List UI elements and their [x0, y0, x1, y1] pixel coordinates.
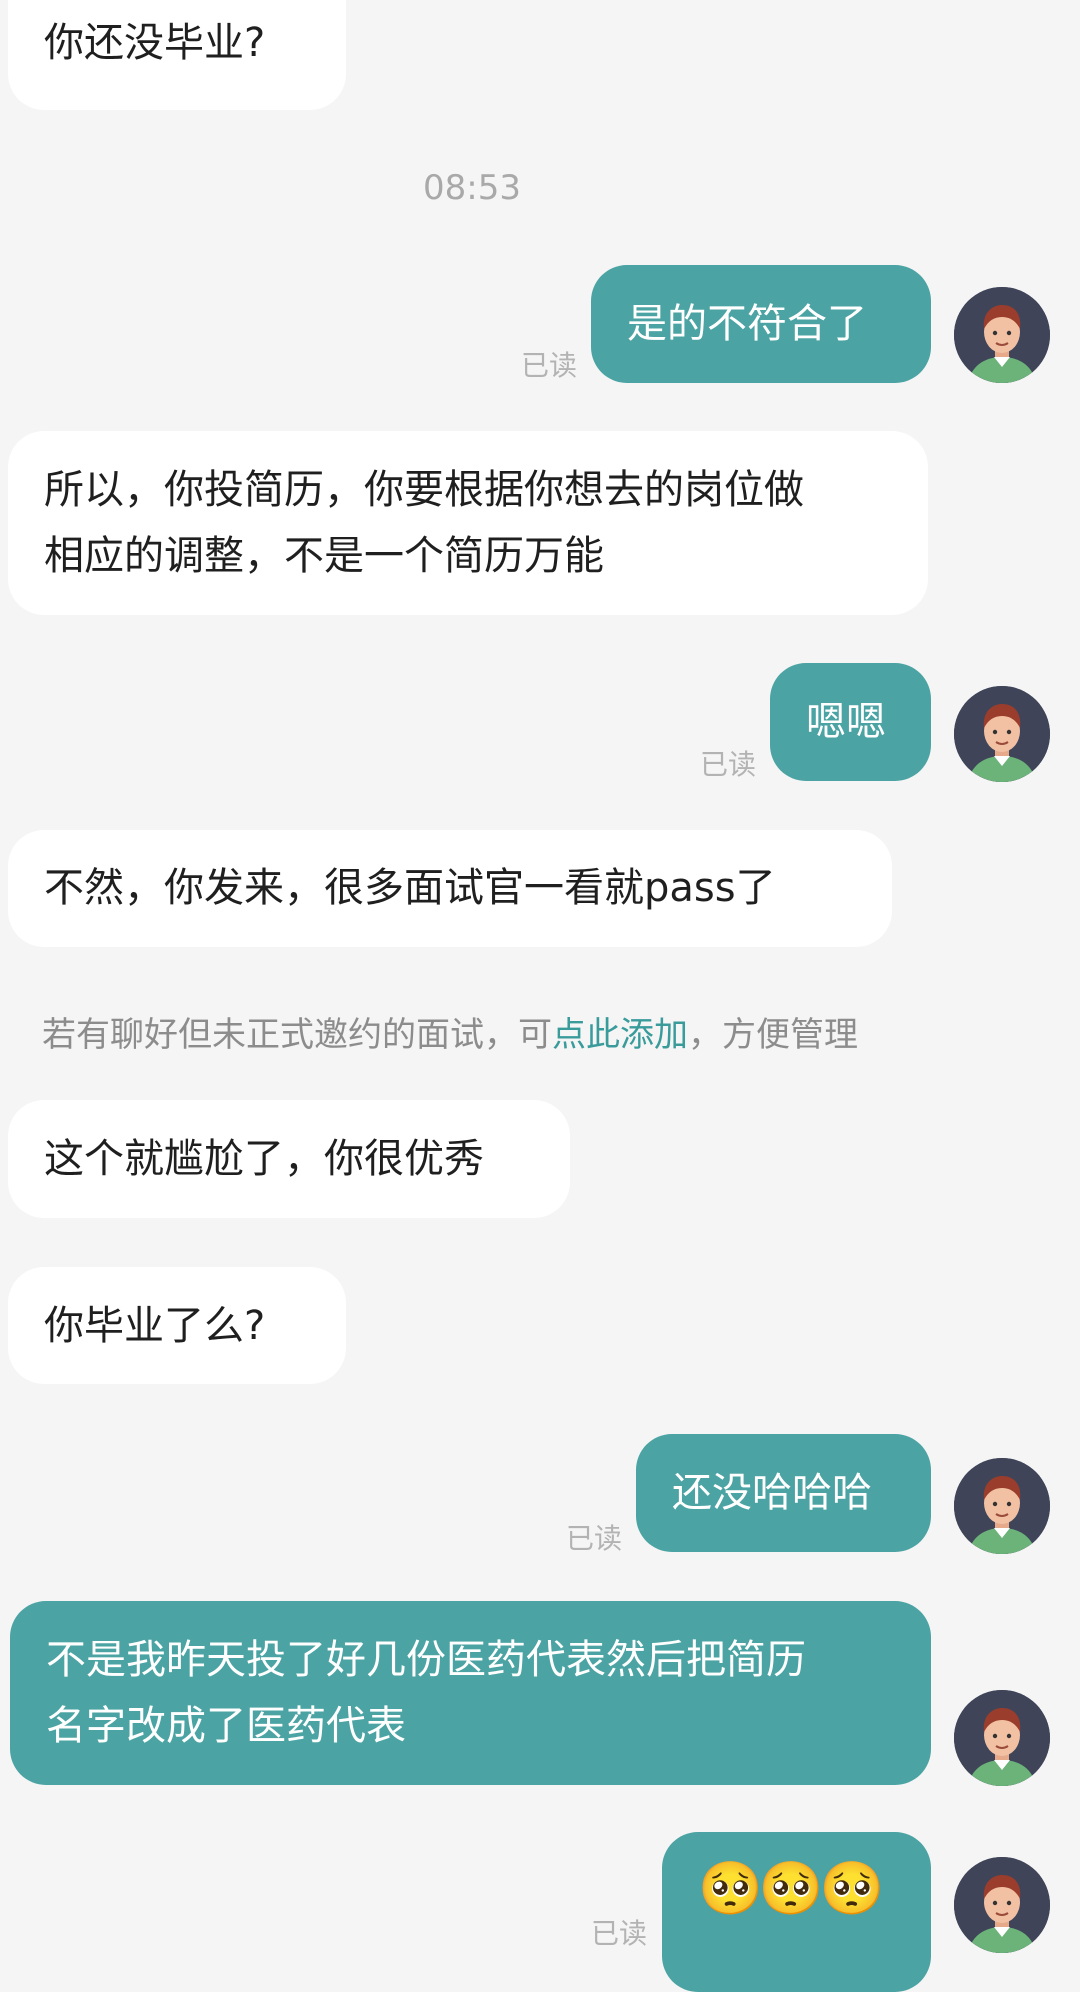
add-interview-link[interactable]: 点此添加	[552, 1015, 688, 1055]
user-avatar-icon	[954, 1857, 1050, 1953]
avatar[interactable]	[954, 287, 1050, 383]
read-status: 已读	[700, 748, 757, 781]
timestamp: 08:53	[423, 168, 521, 208]
incoming-message-3[interactable]: 不然，你发来，很多面试官一看就pass了	[8, 830, 892, 947]
tip-suffix: ，方便管理	[688, 1015, 858, 1055]
avatar[interactable]	[954, 1690, 1050, 1786]
outgoing-message-2[interactable]: 嗯嗯	[770, 663, 931, 781]
incoming-message-4[interactable]: 这个就尴尬了，你很优秀	[8, 1100, 570, 1218]
read-status: 已读	[566, 1522, 623, 1555]
avatar[interactable]	[954, 1857, 1050, 1953]
user-avatar-icon	[954, 686, 1050, 782]
avatar[interactable]	[954, 686, 1050, 782]
outgoing-message-3[interactable]: 还没哈哈哈	[636, 1434, 931, 1552]
outgoing-message-4[interactable]: 不是我昨天投了好几份医药代表然后把简历 名字改成了医药代表	[10, 1601, 931, 1785]
tip-prefix: 若有聊好但未正式邀约的面试，可	[42, 1015, 552, 1055]
incoming-message-5[interactable]: 你毕业了么?	[8, 1267, 346, 1384]
user-avatar-icon	[954, 1458, 1050, 1554]
user-avatar-icon	[954, 1690, 1050, 1786]
avatar[interactable]	[954, 1458, 1050, 1554]
incoming-message-2[interactable]: 所以，你投简历，你要根据你想去的岗位做 相应的调整，不是一个简历万能	[8, 431, 928, 615]
user-avatar-icon	[954, 287, 1050, 383]
read-status: 已读	[521, 349, 578, 382]
interview-tip: 若有聊好但未正式邀约的面试，可点此添加，方便管理	[42, 1007, 858, 1056]
read-status: 已读	[591, 1917, 648, 1950]
incoming-message-1[interactable]: 你还没毕业?	[8, 0, 346, 110]
outgoing-message-1[interactable]: 是的不符合了	[591, 265, 931, 383]
outgoing-message-5[interactable]: 🥺🥺🥺	[662, 1832, 931, 1992]
